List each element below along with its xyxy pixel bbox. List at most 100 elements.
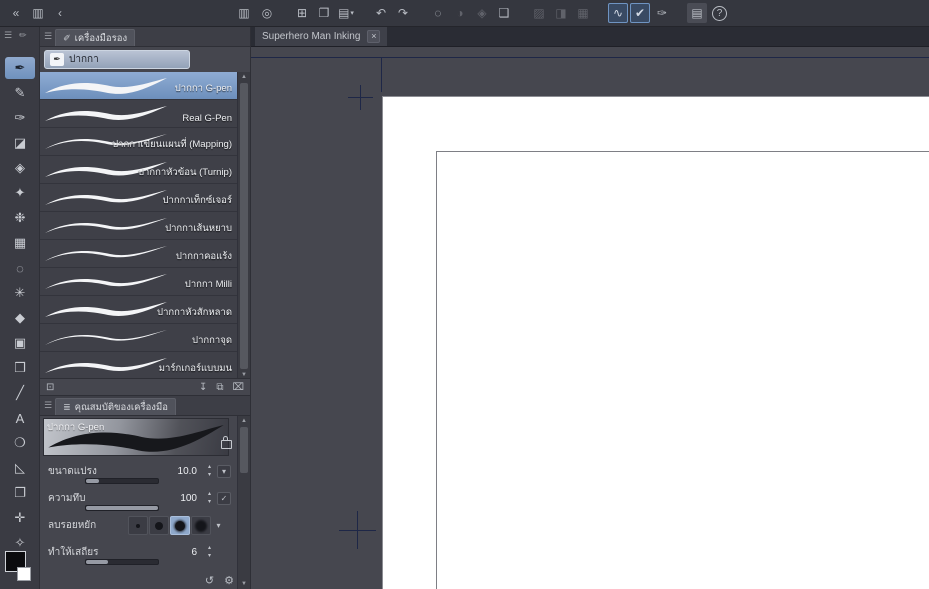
vector-brush-icon[interactable]: ✔ [630,3,650,23]
brush-list-scrollbar[interactable]: ▲ ▼ [237,72,250,380]
save-icon[interactable]: ▤ ▾ [336,3,356,23]
scroll-thumb[interactable] [240,427,248,473]
left-toolbar-header: ☰ ✏ [4,30,27,41]
subtool-tab[interactable]: ✐ เครื่องมือรอง [55,29,136,46]
scroll-up-icon[interactable]: ▲ [238,72,250,82]
tool-property-scrollbar[interactable]: ▲ ▼ [237,416,250,589]
value-spinner[interactable]: ▴ ▾ [208,544,211,560]
size-dropdown-button[interactable]: ▾ [217,465,231,478]
auto-select-tool[interactable]: ✳ [5,282,35,304]
spinner-up-icon[interactable]: ▴ [208,490,211,498]
tool-property-tab[interactable]: ≣ คุณสมบัติของเครื่องมือ [55,398,176,415]
back-icon[interactable]: ‹ [50,3,70,23]
deselect-icon[interactable]: ◌ [428,3,448,23]
subtool-item[interactable]: มาร์กเกอร์แบบมน [40,352,237,380]
subtool-item[interactable]: ปากกาจุด [40,324,237,352]
document-tab[interactable]: Superhero Man Inking × [255,27,388,46]
snap-ruler-icon[interactable]: ▨ [529,3,549,23]
scroll-up-icon[interactable]: ▲ [238,416,250,426]
crop-canvas-icon[interactable]: ❑ [494,3,514,23]
subtool-detail-icon[interactable]: ⊡ [46,382,54,393]
gradient-tool[interactable]: ▦ [5,232,35,254]
canvas-viewport[interactable] [251,47,929,589]
material-panel-icon[interactable]: ▤ [687,3,707,23]
subtool-item[interactable]: ปากกาหัวสักหลาด [40,296,237,324]
balloon-tool[interactable]: ❍ [5,432,35,454]
vector-line-icon[interactable]: ∿ [608,3,628,23]
antialias-option-0[interactable] [128,516,148,535]
antialias-option-3[interactable] [191,516,211,535]
subtool-item-label: ปากกาเขียนแผนที่ (Mapping) [112,139,232,150]
subtool-item[interactable]: ปากกาเขียนแผนที่ (Mapping) [40,128,237,156]
pen-group-header[interactable]: ✒ ปากกา [44,50,190,69]
subtool-item[interactable]: ปากกาเส้นหยาบ [40,212,237,240]
pen-pressure-icon[interactable]: ✑ [652,3,672,23]
value-spinner[interactable]: ▴ ▾ [208,490,211,506]
spinner-up-icon[interactable]: ▴ [208,544,211,552]
toolbar-edit-icon[interactable]: ✏ [19,30,27,41]
subtool-item[interactable]: ปากกาหัวข้อน (Turnip) [40,156,237,184]
duplicate-subtool-icon[interactable]: ⧉ [216,382,223,393]
clip-studio-logo-icon[interactable]: ◎ [257,3,277,23]
paint-bucket-tool[interactable]: ◈ [5,157,35,179]
snap-special-ruler-icon[interactable]: ◨ [551,3,571,23]
collapse-left-icon[interactable]: « [6,3,26,23]
redo-icon[interactable]: ↷ [393,3,413,23]
default-border-frame [436,151,929,589]
frame-border-tool[interactable]: ❐ [5,482,35,504]
toolbar-menu-icon[interactable]: ☰ [4,30,12,41]
tab-close-button[interactable]: × [367,30,381,43]
pencil-tool[interactable]: ✎ [5,82,35,104]
reset-tool-icon[interactable]: ↺ [205,574,214,587]
marker-tool[interactable]: ✑ [5,107,35,129]
spinner-down-icon[interactable]: ▾ [208,552,211,560]
scroll-thumb[interactable] [240,83,248,369]
invert-selection-icon[interactable]: ◑ [450,3,470,23]
subtool-item[interactable]: ปากกา Milli [40,268,237,296]
panel-list-icon[interactable]: ▥ [234,3,254,23]
property-slider[interactable] [85,559,159,565]
subtool-item[interactable]: ปากกาคอแร้ง [40,240,237,268]
brush-stroke-preview [45,330,167,345]
spinner-down-icon[interactable]: ▾ [208,471,211,479]
subtool-item[interactable]: ปากกา G-pen [40,72,237,100]
help-icon[interactable]: ? [712,5,727,21]
spinner-down-icon[interactable]: ▾ [208,498,211,506]
tool-property-menu-icon[interactable]: ☰ [44,400,52,411]
decoration-tool[interactable]: ✦ [5,182,35,204]
undo-icon[interactable]: ↶ [371,3,391,23]
antialias-dropdown-icon[interactable]: ▾ [212,516,225,535]
tool-settings-icon[interactable]: ⚙ [224,574,234,587]
subtool-menu-icon[interactable]: ☰ [44,31,52,42]
object-tool[interactable]: ❒ [5,357,35,379]
import-subtool-icon[interactable]: ↧ [199,382,207,393]
antialias-option-1[interactable] [149,516,169,535]
lock-icon[interactable] [221,436,232,449]
delete-subtool-icon[interactable]: ⌧ [232,382,244,393]
blend-tool[interactable]: ❉ [5,207,35,229]
hand-tool[interactable]: ✛ [5,507,35,529]
antialias-option-2[interactable] [170,516,190,535]
property-slider[interactable] [85,505,159,511]
lasso-tool[interactable]: ◌ [5,257,35,279]
subtool-item[interactable]: Real G-Pen [40,100,237,128]
ruler-tool[interactable]: ◺ [5,457,35,479]
pressure-toggle-button[interactable]: ✓ [217,492,231,505]
scroll-down-icon[interactable]: ▼ [238,579,250,589]
eraser-tool[interactable]: ◪ [5,132,35,154]
open-file-icon[interactable]: ❐ [314,3,334,23]
property-slider[interactable] [85,478,159,484]
line-tool[interactable]: ╱ [5,382,35,404]
value-spinner[interactable]: ▴ ▾ [208,463,211,479]
screen-tool[interactable]: ▣ [5,332,35,354]
background-color-swatch[interactable] [17,567,31,581]
figure-tool[interactable]: ◆ [5,307,35,329]
new-canvas-icon[interactable]: ⊞ [292,3,312,23]
pen-tool[interactable]: ✒ [5,57,35,79]
workspace-icon[interactable]: ▥ [28,3,48,23]
fill-icon[interactable]: ◈ [472,3,492,23]
snap-grid-icon[interactable]: ▦ [573,3,593,23]
text-tool[interactable]: A [5,407,35,429]
spinner-up-icon[interactable]: ▴ [208,463,211,471]
subtool-item[interactable]: ปากกาเท็กซ์เจอร์ [40,184,237,212]
